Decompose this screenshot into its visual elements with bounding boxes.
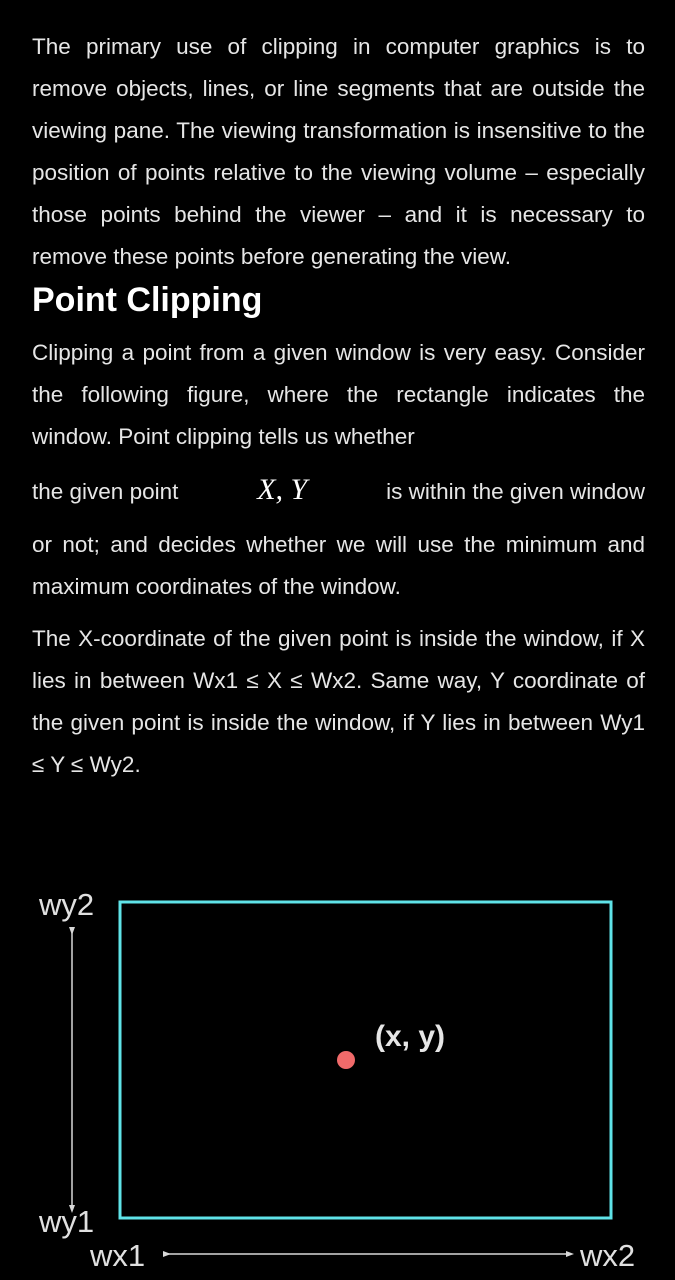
paragraph-text-start: Clipping a point from a given window is … <box>32 340 645 449</box>
point-label: (x, y) <box>375 1020 446 1053</box>
intro-paragraph: The primary use of clipping in computer … <box>32 34 645 269</box>
math-line-before: the given point <box>32 479 179 504</box>
wx2-label: wx2 <box>580 1238 636 1273</box>
point-clipping-paragraph: Clipping a point from a given window is … <box>32 332 645 608</box>
wy2-label: wy2 <box>39 887 95 922</box>
clipping-window <box>118 900 613 1220</box>
paragraph-text-end: or not; and decides whether we will use … <box>32 532 645 599</box>
wy1-label: wy1 <box>39 1204 95 1239</box>
wx1-label: wx1 <box>90 1238 146 1273</box>
math-line-after: is within the given window <box>386 479 645 504</box>
point-marker <box>337 1051 355 1069</box>
math-expression: X, Y <box>257 473 308 506</box>
article-content: The primary use of clipping in computer … <box>32 26 645 786</box>
coordinate-paragraph: The X-coordinate of the given point is i… <box>32 626 645 777</box>
section-heading: Point Clipping <box>32 281 263 319</box>
figure-drawing <box>69 900 613 1257</box>
math-line: the given point X, Y is within the given… <box>32 458 645 524</box>
clipping-window-figure: wy2 wy1 wx1 wx2 (x, y) <box>0 876 675 1280</box>
